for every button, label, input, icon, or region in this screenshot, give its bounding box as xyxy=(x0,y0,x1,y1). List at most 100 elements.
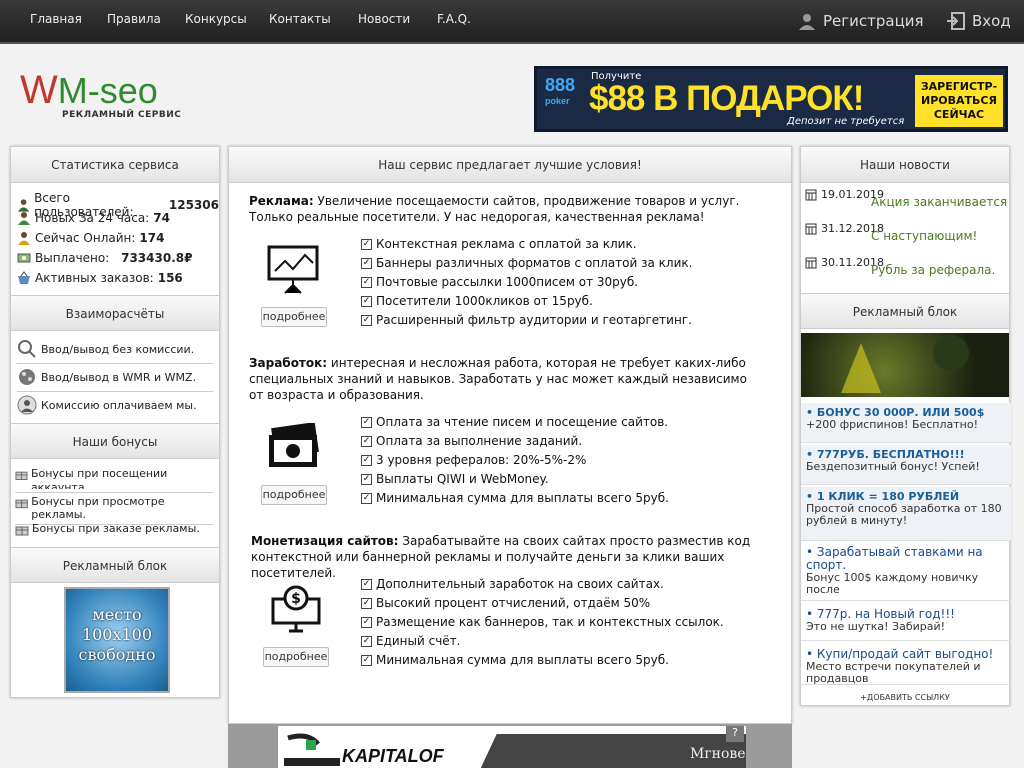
kapitalof-text: Мгнове xyxy=(690,746,746,762)
brand-logo: 888 poker xyxy=(545,75,576,106)
monetize-feature-2: ✓ Высокий процент отчислений, отдаём 50% xyxy=(361,596,651,610)
presentation-icon xyxy=(267,245,319,294)
bottom-banner-strip: KAPITALOF Мгнове ? xyxy=(228,724,792,768)
kapitalof-banner[interactable]: KAPITALOF Мгнове ? xyxy=(278,726,746,768)
ad-link-1[interactable]: • БОНУС 30 000Р. ИЛИ 500$ +200 фриспинов!… xyxy=(801,403,1011,443)
basket-icon xyxy=(18,271,30,284)
ads-feature-5: ✓ Расширенный фильтр аудитории и геотарге… xyxy=(361,313,692,327)
bonus-item-order-ads: Бонусы при заказе рекламы. xyxy=(15,522,213,539)
globe-icon xyxy=(19,369,35,385)
stat-new-24h: Новых За 24 часа: 74 xyxy=(17,211,170,225)
users-icon xyxy=(17,199,30,212)
ad-image[interactable] xyxy=(801,333,1009,397)
bonus-item-visit: Бонусы при посещении аккаунта. xyxy=(15,467,213,493)
site-logo[interactable]: WM-seo РЕКЛАМНЫЙ СЕРВИС xyxy=(20,68,220,128)
login-icon xyxy=(947,12,965,30)
main-content: Наш сервис предлагает лучшие условия! Ре… xyxy=(228,146,792,724)
check-icon: ✓ xyxy=(361,257,372,269)
money-icon xyxy=(17,253,31,263)
register-label: Регистрация xyxy=(823,12,924,30)
stat-online: Сейчас Онлайн: 174 xyxy=(17,231,164,245)
user-icon xyxy=(799,14,815,30)
login-label: Вход xyxy=(972,12,1011,30)
search-icon xyxy=(18,340,36,358)
nav-faq[interactable]: F.A.Q. xyxy=(437,12,471,26)
monetize-section-intro: Монетизация сайтов: Зарабатывайте на сво… xyxy=(251,534,751,580)
main-title: Наш сервис предлагает лучшие условия! xyxy=(229,147,791,183)
nav-contests[interactable]: Конкурсы xyxy=(185,12,247,26)
check-icon: ✓ xyxy=(361,435,372,447)
svg-text:$: $ xyxy=(291,591,301,607)
calendar-icon xyxy=(805,223,817,235)
ad-link-2[interactable]: • 777РУБ. БЕСПЛАТНО!!! Бездепозитный бону… xyxy=(801,445,1011,485)
new-user-icon xyxy=(18,212,30,225)
ads-feature-1: ✓ Контекстная реклама с оплатой за клик. xyxy=(361,237,637,251)
ads-section-intro: Реклама: Увеличение посещаемости сайтов,… xyxy=(249,194,740,224)
banner-deposit-text: Депозит не требуется xyxy=(787,116,905,127)
earn-feature-5: ✓ Минимальная сумма для выплаты всего 5ру… xyxy=(361,491,669,505)
logo-text: WM-seo xyxy=(20,68,158,112)
register-link[interactable]: Регистрация xyxy=(797,11,924,31)
earn-section-intro: Заработок: интересная и несложная работа… xyxy=(249,356,747,402)
ad-link-6[interactable]: • Купи/продай сайт выгодно! Место встречи… xyxy=(801,645,1011,685)
nav-news[interactable]: Новости xyxy=(358,12,410,26)
gift-icon xyxy=(15,471,28,481)
calendar-icon xyxy=(805,189,817,201)
right-sidebar: Наши новости 19.01.2019 Акция заканчивает… xyxy=(800,146,1011,706)
check-icon: ✓ xyxy=(361,416,372,428)
calendar-icon xyxy=(805,257,817,269)
top-ad-banner[interactable]: 888 poker Получите $88 В ПОДАРОК! Депозит… xyxy=(534,66,1008,132)
left-sidebar: Статистика сервиса Всего пользователей: 1… xyxy=(10,146,220,698)
check-icon: ✓ xyxy=(361,238,372,250)
news-item[interactable]: 19.01.2019 Акция заканчивается xyxy=(805,187,1009,217)
check-icon: ✓ xyxy=(361,597,372,609)
more-button-earn[interactable]: подробнее xyxy=(261,485,327,505)
gift-icon xyxy=(15,499,28,509)
check-icon: ✓ xyxy=(361,492,372,504)
ad-link-3[interactable]: • 1 КЛИК = 180 РУБЛЕЙ Простой способ зара… xyxy=(801,487,1011,541)
ad-info-button[interactable]: ? xyxy=(726,726,744,742)
top-navigation-bar: Главная Правила Конкурсы Контакты Новост… xyxy=(0,0,1024,44)
kapitalof-logo-icon xyxy=(284,733,340,766)
ads-feature-3: ✓ Почтовые рассылки 1000писем от 30руб. xyxy=(361,275,639,289)
monetize-feature-1: ✓ Дополнительный заработок на своих сайта… xyxy=(361,577,664,591)
check-icon: ✓ xyxy=(361,276,372,288)
plus-icon: + xyxy=(860,693,867,702)
nav-rules[interactable]: Правила xyxy=(107,12,161,26)
banner-cta-button[interactable]: ЗАРЕГИСТР-ИРОВАТЬСЯ СЕЙЧАС xyxy=(915,75,1003,127)
nav-contacts[interactable]: Контакты xyxy=(269,12,331,26)
monetize-feature-4: ✓ Единый счёт. xyxy=(361,634,461,648)
stats-title: Статистика сервиса xyxy=(11,147,219,183)
earn-feature-1: ✓ Оплата за чтение писем и посещение сайт… xyxy=(361,415,669,429)
news-item[interactable]: 30.11.2018 Рубль за реферала. xyxy=(805,255,1009,285)
ad-placeholder-100x100[interactable]: место 100x100 свободно xyxy=(64,587,170,693)
online-user-icon xyxy=(18,232,30,245)
news-title: Наши новости xyxy=(801,147,1009,183)
login-link[interactable]: Вход xyxy=(946,11,1011,31)
left-ad-title: Рекламный блок xyxy=(11,547,219,583)
check-icon: ✓ xyxy=(361,314,372,326)
more-button-ads[interactable]: подробнее xyxy=(261,307,327,327)
earn-feature-2: ✓ Оплата за выполнение заданий. xyxy=(361,434,583,448)
ads-feature-2: ✓ Баннеры различных форматов с оплатой за… xyxy=(361,256,693,270)
settlements-title: Взаиморасчёты xyxy=(11,295,219,331)
news-item[interactable]: 31.12.2018 С наступающим! xyxy=(805,221,1009,251)
earn-feature-4: ✓ Выплаты QIWI и WebMoney. xyxy=(361,472,549,486)
nav-home[interactable]: Главная xyxy=(30,12,82,26)
check-icon: ✓ xyxy=(361,473,372,485)
ad-link-4[interactable]: • Зарабатывай ставками на спорт. Бонус 10… xyxy=(801,543,1011,601)
monetize-feature-3: ✓ Размещение как баннеров, так и контекст… xyxy=(361,615,724,629)
gift-icon xyxy=(15,526,29,536)
banner-headline: $88 В ПОДАРОК! xyxy=(589,79,864,118)
monetize-feature-5: ✓ Минимальная сумма для выплаты всего 5ру… xyxy=(361,653,669,667)
settle-item-no-commission: Ввод/вывод без комиссии. xyxy=(17,339,213,364)
person-icon xyxy=(17,395,37,415)
ads-feature-4: ✓ Посетители 1000кликов от 15руб. xyxy=(361,294,593,308)
right-ad-title: Рекламный блок xyxy=(801,293,1009,329)
more-button-monetize[interactable]: подробнее xyxy=(263,647,329,667)
add-link-button[interactable]: +ДОБАВИТЬ ССЫЛКУ xyxy=(801,693,1009,702)
check-icon: ✓ xyxy=(361,578,372,590)
ad-link-5[interactable]: • 777р. на Новый год!!! Это не шутка! Заб… xyxy=(801,605,1011,641)
check-icon: ✓ xyxy=(361,654,372,666)
check-icon: ✓ xyxy=(361,454,372,466)
